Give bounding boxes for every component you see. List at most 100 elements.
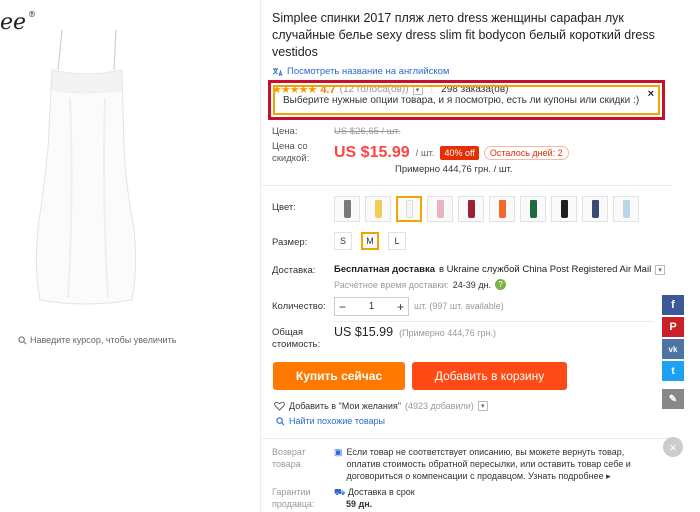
price-block: Цена: US $26,65 / шт. Цена со скидкой: US… xyxy=(272,126,672,165)
size-option-l[interactable]: L xyxy=(388,232,406,250)
quantity-label: Количество: xyxy=(272,301,326,312)
shipping-label: Доставка: xyxy=(272,265,316,276)
coupon-tip-highlight: Выберите нужные опции товара, и я посмот… xyxy=(268,80,665,120)
dress-thumbnail-icon xyxy=(498,200,506,218)
total-price-value: US $15.99 xyxy=(334,325,394,339)
translate-link-label: Посмотреть название на английском xyxy=(287,66,450,77)
guarantee-info: ⛟ Доставка в срок 59 дн. xyxy=(334,486,644,510)
color-swatch-gray[interactable] xyxy=(334,196,360,222)
section-divider xyxy=(262,438,672,439)
magnifier-icon xyxy=(18,335,27,344)
section-divider xyxy=(334,321,654,322)
edit-icon[interactable]: ✎ xyxy=(662,389,684,409)
quantity-minus-button[interactable]: − xyxy=(339,300,346,314)
total-price: US $15.99 (Примерно 444,76 грн.) xyxy=(334,325,496,339)
total-label: Общая стоимость: xyxy=(272,327,320,351)
size-label: Размер: xyxy=(272,237,308,248)
dress-thumbnail-icon xyxy=(529,200,537,218)
brand-logo-text: ee xyxy=(0,10,27,35)
color-swatch-orange[interactable] xyxy=(489,196,515,222)
return-icon: ▣ xyxy=(334,447,343,457)
vk-icon[interactable]: vk xyxy=(662,339,684,359)
guarantee-label: Гарантии продавца: xyxy=(272,486,314,510)
add-to-cart-button[interactable]: Добавить в корзину xyxy=(412,362,567,390)
total-label-2: стоимость: xyxy=(272,339,321,350)
returns-policy: ▣ Если товар не соответствует описанию, … xyxy=(334,446,644,482)
color-swatch-yellow[interactable] xyxy=(365,196,391,222)
dress-thumbnail-icon xyxy=(591,200,599,218)
zoom-hint: Наведите курсор, чтобы увеличить xyxy=(18,335,176,345)
returns-label-1: Возврат xyxy=(272,447,306,457)
twitter-icon[interactable]: t xyxy=(662,361,684,381)
panel-divider xyxy=(260,0,261,512)
discount-price: US $15.99 xyxy=(334,144,410,161)
translate-link[interactable]: Посмотреть название на английском xyxy=(272,66,672,77)
guarantee-label-2: продавца: xyxy=(272,499,315,509)
size-option-s[interactable]: S xyxy=(334,232,352,250)
chevron-down-icon[interactable]: ▾ xyxy=(477,401,488,411)
wishlist-link[interactable]: Добавить в "Мои желания" (4923 добавили)… xyxy=(274,401,488,411)
old-price: US $26,65 / шт. xyxy=(334,126,401,137)
price-label: Цена: xyxy=(272,126,298,137)
close-icon[interactable]: × xyxy=(663,437,683,457)
total-price-approx: (Примерно 444,76 грн.) xyxy=(399,328,497,338)
color-swatches xyxy=(334,196,639,222)
heart-icon xyxy=(274,401,285,411)
guarantee-label-1: Гарантии xyxy=(272,487,311,497)
translate-icon xyxy=(272,67,283,76)
shipping-free: Бесплатная доставка xyxy=(334,264,435,275)
size-option-m[interactable]: M xyxy=(361,232,379,250)
guarantee-days: 59 дн. xyxy=(346,499,373,509)
discount-price-label-2: скидкой: xyxy=(272,153,310,164)
zoom-hint-text: Наведите курсор, чтобы увеличить xyxy=(30,335,177,345)
dress-thumbnail-icon xyxy=(560,200,568,218)
color-swatch-green[interactable] xyxy=(520,196,546,222)
approx-price: Примерно 444,76 грн. / шт. xyxy=(395,164,513,175)
returns-more-link[interactable]: Узнать подробнее ▸ xyxy=(528,471,611,481)
quantity-stepper: − 1 + xyxy=(334,297,409,316)
shipping-estimate-days: 24-39 дн. xyxy=(452,279,492,290)
find-similar-label: Найти похожие товары xyxy=(289,416,386,426)
help-icon[interactable]: ? xyxy=(495,279,507,290)
quantity-input[interactable]: 1 xyxy=(369,301,375,312)
buy-now-button[interactable]: Купить сейчас xyxy=(273,362,405,390)
coupon-tip: Выберите нужные опции товара, и я посмот… xyxy=(273,85,660,115)
discount-price-label-1: Цена со xyxy=(272,141,308,152)
returns-policy-text: Если товар не соответствует описанию, вы… xyxy=(347,446,644,482)
dress-thumbnail-icon xyxy=(374,200,382,218)
color-swatch-white[interactable] xyxy=(396,196,422,222)
returns-label: Возврат товара xyxy=(272,446,306,470)
shipping-estimate-label: Расчётное время доставки: xyxy=(334,279,449,290)
color-swatch-navy[interactable] xyxy=(582,196,608,222)
color-swatch-black[interactable] xyxy=(551,196,577,222)
shipping-method-text: в Ukraine службой China Post Registered … xyxy=(439,264,652,275)
chevron-down-icon[interactable]: ▾ xyxy=(655,264,666,275)
coupon-tip-text: Выберите нужные опции товара, и я посмот… xyxy=(283,94,640,106)
dress-thumbnail-icon xyxy=(436,200,444,218)
wishlist-count: (4923 добавили) xyxy=(404,401,474,411)
guarantee-text: Доставка в срок xyxy=(347,487,415,497)
section-divider xyxy=(262,185,672,186)
product-title: Simplee спинки 2017 пляж лето dress женщ… xyxy=(272,11,655,59)
dress-thumbnail-icon xyxy=(405,200,413,218)
registered-mark: ® xyxy=(28,10,37,19)
color-swatch-light-blue[interactable] xyxy=(613,196,639,222)
color-swatch-pink[interactable] xyxy=(427,196,453,222)
product-image[interactable] xyxy=(30,28,140,308)
wishlist-label: Добавить в "Мои желания" xyxy=(289,401,401,411)
search-icon xyxy=(276,416,285,425)
discount-price-label: Цена со скидкой: xyxy=(272,141,334,165)
social-share-bar: f P vk t ✎ xyxy=(662,295,684,409)
shipping-method[interactable]: Бесплатная доставка в Ukraine службой Ch… xyxy=(334,264,666,275)
discount-badge: 40% off xyxy=(440,146,479,160)
returns-label-2: товара xyxy=(272,459,301,469)
color-swatch-wine[interactable] xyxy=(458,196,484,222)
close-icon[interactable]: × xyxy=(648,88,654,100)
facebook-icon[interactable]: f xyxy=(662,295,684,315)
shipping-estimate: Расчётное время доставки: 24-39 дн. ? xyxy=(334,279,507,290)
find-similar-link[interactable]: Найти похожие товары xyxy=(276,416,385,426)
per-unit: / шт. xyxy=(415,147,435,159)
pinterest-icon[interactable]: P xyxy=(662,317,684,337)
quantity-plus-button[interactable]: + xyxy=(397,300,404,314)
total-label-1: Общая xyxy=(272,327,304,338)
